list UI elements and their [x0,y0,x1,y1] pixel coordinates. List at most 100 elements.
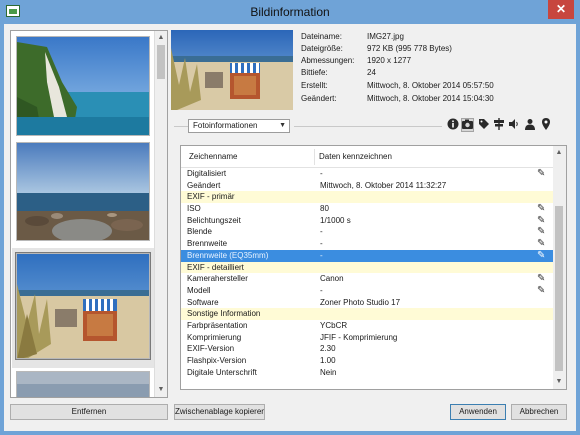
window-title: Bildinformation [250,5,330,19]
info-value: Mittwoch, 8. Oktober 2014 15:04:30 [367,94,494,103]
thumbnail-cloudy[interactable] [16,371,150,397]
dialog-client-area: ▲ ▼ Dateiname: IMG27.jpg Dateigröße: 972… [4,24,576,431]
table-header: Zeichenname Daten kennzeichnen [181,146,553,168]
info-icon[interactable] [446,118,459,132]
thumbnail-beach-chairs-image [17,254,149,358]
table-row[interactable]: Farbpräsentation YCbCR [181,320,553,332]
info-value: IMG27.jpg [367,32,404,41]
row-name-cell: Farbpräsentation [187,320,248,330]
row-name-cell: Kamerahersteller [187,274,248,284]
info-value: 24 [367,68,376,77]
scrollbar-thumb[interactable] [555,206,563,371]
person-icon[interactable] [523,118,536,132]
table-row[interactable]: Belichtungszeit 1/1000 s ✎ [181,215,553,227]
info-label: Bittiefe: [301,68,328,77]
scroll-up-icon[interactable]: ▲ [155,32,167,44]
thumbnail-cliff[interactable] [16,36,150,136]
row-name-cell: EXIF - detailliert [187,262,244,272]
row-value-cell: JFIF - Komprimierung [320,332,398,342]
view-dropdown-value: Fotoinformationen [193,121,258,130]
table-row[interactable]: Blende - ✎ [181,226,553,238]
table-row[interactable]: Kamerahersteller Canon ✎ [181,273,553,285]
location-pin-icon[interactable] [539,118,552,132]
info-value: 1920 x 1277 [367,56,412,65]
section-header-row[interactable]: Sonstige Information [181,308,553,320]
thumbnail-beach-chairs[interactable] [15,252,151,360]
thumbnail-list[interactable]: ▲ ▼ [10,30,168,398]
row-name-cell: EXIF-Version [187,344,235,354]
row-name-cell: Blende [187,227,212,237]
table-body: Digitalisiert - ✎ Geändert Mittwoch, 8. Okto… [181,168,553,378]
preview-beach-chairs [171,30,293,110]
view-dropdown[interactable]: Fotoinformationen ▼ [188,119,290,133]
row-value-cell: 1/1000 s [320,215,351,225]
sign-icon[interactable] [492,118,505,132]
edit-pencil-icon[interactable]: ✎ [537,226,545,238]
row-value-cell: - [320,285,323,295]
scroll-up-icon[interactable]: ▲ [553,147,565,159]
section-header-row[interactable]: EXIF - detailliert [181,261,553,274]
table-scrollbar[interactable]: ▲ ▼ [553,146,566,389]
row-name-cell: Digitalisiert [187,169,227,178]
table-row[interactable]: Digitale Unterschrift Nein [181,367,553,379]
edit-pencil-icon[interactable]: ✎ [537,250,545,262]
table-row[interactable]: Brennweite - ✎ [181,238,553,250]
info-label: Erstellt: [301,81,328,90]
table-row[interactable]: Digitalisiert - ✎ [181,168,553,180]
edit-pencil-icon[interactable]: ✎ [537,203,545,215]
column-divider[interactable] [314,149,315,165]
table-row[interactable]: Flashpix-Version 1.00 [181,355,553,367]
table-row[interactable]: ISO 80 ✎ [181,203,553,215]
speaker-icon[interactable] [507,118,520,132]
edit-pencil-icon[interactable]: ✎ [537,273,545,285]
thumbnail-beach-rocks[interactable] [16,142,150,241]
row-name-cell: Digitale Unterschrift [187,367,257,377]
apply-button[interactable]: Anwenden [450,404,506,420]
chevron-down-icon: ▼ [279,122,286,129]
row-value-cell: 80 [320,204,329,214]
row-name-cell: Modell [187,285,211,295]
camera-icon[interactable] [461,118,474,132]
row-name-cell: ISO [187,204,201,214]
edit-pencil-icon[interactable]: ✎ [537,215,545,227]
table-row[interactable]: EXIF-Version 2.30 [181,343,553,355]
table-row[interactable]: Komprimierung JFIF - Komprimierung [181,332,553,344]
edit-pencil-icon[interactable]: ✎ [537,168,545,180]
table-row[interactable]: Modell - ✎ [181,285,553,297]
table-row[interactable]: Software Zoner Photo Studio 17 [181,297,553,309]
info-label: Dateigröße: [301,44,343,53]
row-value-cell: Mittwoch, 8. Oktober 2014 11:32:27 [320,180,447,190]
row-value-cell: - [320,227,323,237]
row-name-cell: Flashpix-Version [187,356,247,365]
row-value-cell: 2.30 [320,344,336,354]
edit-pencil-icon[interactable]: ✎ [537,285,545,297]
title-bar[interactable]: Bildinformation ✕ [0,0,580,24]
row-value-cell: - [320,250,323,260]
row-value-cell: Nein [320,367,337,377]
info-value: Mittwoch, 8. Oktober 2014 05:57:50 [367,81,494,90]
separator-line [174,126,188,127]
preview-image [171,30,293,110]
tag-icon[interactable] [477,118,490,132]
close-button[interactable]: ✕ [548,0,574,19]
scroll-down-icon[interactable]: ▼ [553,376,565,388]
row-name-cell: Sonstige Information [187,309,261,319]
separator-line [294,126,442,127]
scroll-down-icon[interactable]: ▼ [155,384,167,396]
thumbnail-scrollbar[interactable]: ▲ ▼ [154,31,167,397]
copy-to-clipboard-button[interactable]: Zwischenablage kopieren [174,404,265,420]
column-header-value[interactable]: Daten kennzeichnen [319,152,392,161]
remove-button[interactable]: Entfernen [10,404,168,420]
row-name-cell: Belichtungszeit [187,215,241,225]
row-name-cell: EXIF - primär [187,192,235,202]
table-row[interactable]: Brennweite (EQ35mm) - ✎ [181,249,553,262]
cancel-button[interactable]: Abbrechen [511,404,567,420]
info-label: Geändert: [301,94,337,103]
properties-table[interactable]: Zeichenname Daten kennzeichnen Digitalis… [180,145,567,390]
table-row[interactable]: Geändert Mittwoch, 8. Oktober 2014 11:32:… [181,180,553,192]
row-value-cell: - [320,169,323,178]
scrollbar-thumb[interactable] [157,45,165,79]
column-header-name[interactable]: Zeichenname [189,152,237,161]
edit-pencil-icon[interactable]: ✎ [537,238,545,250]
section-header-row[interactable]: EXIF - primär [181,191,553,204]
